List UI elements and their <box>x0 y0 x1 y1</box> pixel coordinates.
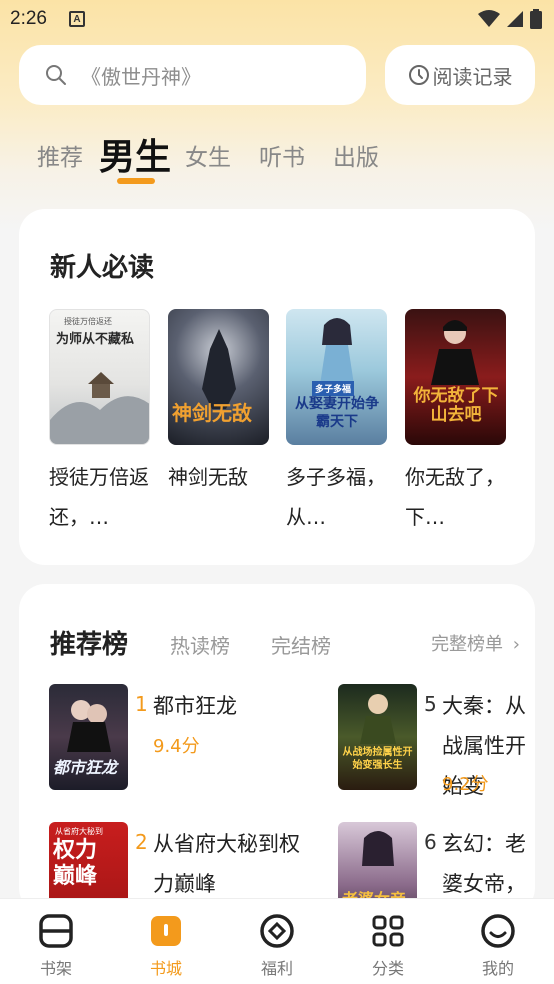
rank-number: 5 <box>424 692 437 716</box>
notification-icon: A <box>68 11 85 27</box>
nav-profile[interactable]: 我的 <box>458 911 538 979</box>
rank-title: 从省府大秘到权力巅峰 <box>153 832 300 896</box>
rank-item[interactable]: 从战场捡属性开始变强长生 5 大秦：从战属性开始变 9.2分 <box>338 684 535 798</box>
bookshelf-icon <box>16 911 96 951</box>
book-title: 授徒万倍返还，… <box>49 465 149 529</box>
search-placeholder: 《傲世丹神》 <box>81 64 201 89</box>
battery-icon <box>530 9 542 29</box>
rank-number: 6 <box>424 830 437 854</box>
nav-label: 分类 <box>371 959 404 978</box>
cover-title: 为师从不藏私 <box>56 332 135 347</box>
active-tab-indicator <box>117 178 155 184</box>
nav-bookstore[interactable]: 书城 <box>126 911 206 979</box>
cover-art <box>431 320 479 385</box>
nav-label: 书架 <box>39 959 72 978</box>
status-time: 2:26 <box>10 8 47 29</box>
full-ranking-link[interactable]: 完整榜单 › <box>431 630 520 656</box>
book-card[interactable]: 神剑无敌 神剑无敌 <box>168 309 269 497</box>
tab-recommend-rank[interactable]: 推荐榜 <box>50 624 128 661</box>
section-title: 新人必读 <box>50 253 155 283</box>
search-icon <box>46 65 66 85</box>
nav-welfare[interactable]: 福利 <box>237 911 317 979</box>
wifi-icon <box>478 10 500 27</box>
book-cover: 神剑无敌 <box>168 309 269 445</box>
cover-art <box>67 700 111 752</box>
cover-title: 从战场捡属性开始变强长生 <box>342 747 413 771</box>
cover-title: 你无敌了下山去吧 <box>413 386 499 425</box>
tab-hot-rank[interactable]: 热读榜 <box>170 630 230 659</box>
status-icons <box>478 9 542 29</box>
tab-recommend[interactable]: 推荐 <box>37 138 83 172</box>
new-reader-section: 新人必读 授徒万倍返还 为师从不藏私 授徒万倍返还，… 神剑无敌 神剑无敌 多子… <box>19 209 535 565</box>
rank-score: 9.4分 <box>153 736 200 757</box>
chevron-right-icon: › <box>512 634 520 655</box>
rank-number: 1 <box>135 692 148 716</box>
bottom-navigation: 书架 书城 福利 分类 我的 <box>0 898 554 984</box>
book-title: 神剑无敌 <box>168 465 248 489</box>
cover-tag: 从省府大秘到 <box>55 827 103 836</box>
rank-number: 2 <box>135 830 148 854</box>
rank-item[interactable]: 都市狂龙 1 都市狂龙 9.4分 <box>49 684 329 790</box>
status-bar: 2:26 A <box>0 0 554 38</box>
cover-tag: 授徒万倍返还 <box>64 317 112 326</box>
rank-score: 9.2分 <box>442 774 489 795</box>
nav-label: 我的 <box>481 959 514 978</box>
ranking-tabs: 推荐榜 热读榜 完结榜 完整榜单 › <box>50 624 520 660</box>
book-title: 你无敌了，下… <box>405 465 505 529</box>
reading-history-button[interactable]: 阅读记录 <box>385 45 535 105</box>
nav-bookshelf[interactable]: 书架 <box>16 911 96 979</box>
tab-publishing[interactable]: 出版 <box>333 138 379 172</box>
cover-art <box>362 831 394 866</box>
cover-title: 都市狂龙 <box>53 758 118 777</box>
full-ranking-label: 完整榜单 <box>431 634 504 655</box>
profile-icon <box>458 911 538 951</box>
rank-cover: 都市狂龙 <box>49 684 128 790</box>
welfare-icon <box>237 911 317 951</box>
nav-label: 书城 <box>149 959 182 978</box>
cover-art <box>360 694 396 744</box>
nav-label: 福利 <box>260 959 293 978</box>
book-title: 多子多福，从… <box>286 465 386 529</box>
cover-art <box>50 372 149 444</box>
book-cover: 你无敌了下山去吧 <box>405 309 506 445</box>
tab-audiobook[interactable]: 听书 <box>259 138 305 172</box>
signal-icon <box>507 11 523 27</box>
clock-icon <box>408 65 429 85</box>
tab-male[interactable]: 男生 <box>99 128 171 180</box>
book-card[interactable]: 授徒万倍返还 为师从不藏私 授徒万倍返还，… <box>49 309 150 537</box>
rank-cover: 从战场捡属性开始变强长生 <box>338 684 417 790</box>
nav-category[interactable]: 分类 <box>348 911 428 979</box>
bookstore-icon <box>126 911 206 951</box>
book-cover: 多子多福 从娶妻开始争霸天下 <box>286 309 387 445</box>
book-card[interactable]: 多子多福 从娶妻开始争霸天下 多子多福，从… <box>286 309 387 537</box>
book-card[interactable]: 你无敌了下山去吧 你无敌了，下… <box>405 309 506 537</box>
cover-title: 神剑无敌 <box>172 401 252 425</box>
category-icon <box>348 911 428 951</box>
cover-art <box>320 318 354 385</box>
reading-history-label: 阅读记录 <box>432 64 513 89</box>
book-cover: 授徒万倍返还 为师从不藏私 <box>49 309 150 445</box>
rankings-section: 推荐榜 热读榜 完结榜 完整榜单 › 都市狂龙 1 都市狂龙 9.4分 从战场捡… <box>19 584 535 914</box>
rank-title: 都市狂龙 <box>153 694 237 718</box>
cover-tag: 多子多福 <box>312 381 355 396</box>
tab-female[interactable]: 女生 <box>185 138 231 172</box>
tab-completed-rank[interactable]: 完结榜 <box>271 630 331 659</box>
cover-title: 从娶妻开始争霸天下 <box>295 396 379 430</box>
search-input[interactable]: 《傲世丹神》 <box>19 45 366 105</box>
cover-title: 权力巅峰 <box>53 838 98 889</box>
